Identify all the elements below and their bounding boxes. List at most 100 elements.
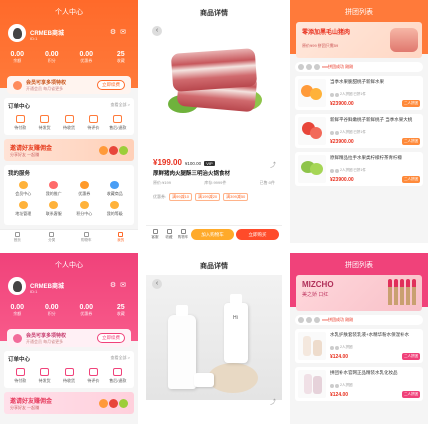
orders-view-all[interactable]: 查看全部 > <box>111 355 130 363</box>
user-icon <box>118 232 124 237</box>
stat-favorites[interactable]: 25 收藏 <box>104 51 139 64</box>
order-pending-shipment[interactable]: 待发货 <box>32 368 56 384</box>
vip-renew-button[interactable]: 立即续费 <box>97 80 125 90</box>
avatar[interactable] <box>8 277 26 295</box>
coupon-tag[interactable]: 满399减50 <box>223 193 249 201</box>
group-buy-button[interactable]: 二人拼团 <box>402 391 420 398</box>
stat-balance[interactable]: 0.00 余额 <box>0 304 35 317</box>
list-item[interactable]: 新鲜平谷鲜嫩桃子新鲜桃子 当季水果大桃 2人拼团 已拼1件 ¥23900.00 二人拼… <box>295 114 423 148</box>
vip-card: 会员可享多项特权 开通会员 每月省更多 立即续费 <box>7 76 131 94</box>
stat-favorites[interactable]: 25 收藏 <box>104 304 139 317</box>
page-title: 个人中心 <box>55 9 83 16</box>
list-item[interactable]: 拼团补水官网正品精装水乳化妆品 2人拼团 ¥124.00 二人拼团 <box>295 367 423 401</box>
comment-icon <box>88 368 98 376</box>
cart-link[interactable]: 购物车 <box>177 229 189 240</box>
vip-renew-button[interactable]: 立即续费 <box>97 333 125 343</box>
truck-icon <box>64 115 74 123</box>
service-promotion[interactable]: 我的推广 <box>39 181 70 197</box>
orders-title: 订单中心 <box>8 104 31 110</box>
order-center: 订单中心 查看全部 > 待付款 待发货 待收货 待评价 售后/退款 <box>4 351 134 388</box>
back-icon[interactable]: ‹ <box>152 26 162 36</box>
product-image[interactable]: ‹ Hi <box>146 275 282 400</box>
coupon-tag[interactable]: 满99减10 <box>169 193 193 201</box>
avatar[interactable] <box>8 24 26 42</box>
group-buy-button[interactable]: 二人拼团 <box>402 138 420 145</box>
header-icons[interactable]: ⚙✉ <box>110 281 130 289</box>
share-icon[interactable]: ⤴ <box>270 397 276 406</box>
tab-cart[interactable]: 购物车 <box>69 230 104 243</box>
service-points[interactable]: 积分中心 <box>69 201 100 217</box>
stat-points[interactable]: 0.00 积分 <box>35 51 70 64</box>
order-refund[interactable]: 售后/退款 <box>106 115 130 131</box>
order-pending-shipment[interactable]: 待发货 <box>32 115 56 131</box>
account-stats: 0.00 余额 0.00 积分 0.00 优惠券 25 收藏 <box>0 51 138 64</box>
services-title: 我的服务 <box>8 171 31 177</box>
box-icon <box>40 368 50 376</box>
stat-balance[interactable]: 0.00 余额 <box>0 51 35 64</box>
order-pending-review[interactable]: 待评价 <box>81 115 105 131</box>
service-address[interactable]: 地址管理 <box>8 201 39 217</box>
service-coupon[interactable]: 优惠券 <box>69 181 100 197</box>
avatar-icon <box>306 64 312 70</box>
support-button[interactable]: 客服 <box>149 229 161 240</box>
account-header: 个人中心 CRMEB商城 ID:1 ⚙✉ 0.00 余额 0.00 积分 0.00 优… <box>0 253 139 347</box>
product-image[interactable]: ‹ <box>146 22 282 142</box>
vip-subtitle: 开通会员 每月省更多 <box>26 338 64 344</box>
order-refund[interactable]: 售后/退款 <box>106 368 130 384</box>
coupon-icon <box>79 181 89 189</box>
wallet-icon <box>15 115 25 123</box>
service-member[interactable]: 会员中心 <box>8 181 39 197</box>
coupon-tag[interactable]: 满199减20 <box>195 193 221 201</box>
tab-home[interactable]: 首页 <box>0 230 35 243</box>
promo-banner[interactable]: 零添加黑毛山猪肉 原价¥99 拼团只需59 <box>296 22 422 58</box>
message-icon[interactable]: ✉ <box>120 282 130 289</box>
star-icon <box>79 201 89 209</box>
back-icon[interactable]: ‹ <box>152 279 162 289</box>
group-buy-button[interactable]: 二人拼团 <box>402 100 420 107</box>
heart-icon <box>166 229 172 234</box>
purchase-bar: 客服 收藏 购物车 加入购物车 立即购买 <box>146 225 282 243</box>
buy-now-button[interactable]: 立即购买 <box>236 229 279 240</box>
banner-subline: 美之娇 口红 <box>302 292 329 298</box>
orders-view-all[interactable]: 查看全部 > <box>111 102 130 110</box>
promo-banner[interactable]: MIZCHO 美之娇 口红 <box>296 275 422 311</box>
service-level[interactable]: 我的等级 <box>100 201 131 217</box>
stat-coupons[interactable]: 0.00 优惠券 <box>69 304 104 317</box>
message-icon[interactable]: ✉ <box>120 29 130 36</box>
stat-points[interactable]: 0.00 积分 <box>35 304 70 317</box>
invite-banner[interactable]: 邀请好友赚佣金 分享好友 一起赚 <box>4 139 134 161</box>
settings-icon[interactable]: ⚙ <box>110 282 120 289</box>
vip-subtitle: 开通会员 每月省更多 <box>26 85 64 91</box>
order-center: 订单中心 查看全部 > 待付款 待发货 待收货 待评价 售后/退款 <box>4 98 134 135</box>
share-icon[interactable]: ⤴ <box>270 160 276 169</box>
tab-category[interactable]: 分类 <box>35 230 70 243</box>
list-item[interactable]: 原鲜精品拉手水果类柠檬柠茶青柠檬 2人拼团 已拼1件 ¥23900.00 二人拼团 <box>295 152 423 186</box>
order-pending-receipt[interactable]: 待收货 <box>57 115 81 131</box>
coupon-row[interactable]: 优惠券: 满99减10 满199减20 满399减50 <box>146 191 282 203</box>
service-support[interactable]: 联系客服 <box>39 201 70 217</box>
service-favorites[interactable]: 收藏商品 <box>100 181 131 197</box>
stat-coupons[interactable]: 0.00 优惠券 <box>69 51 104 64</box>
order-pending-review[interactable]: 待评价 <box>81 368 105 384</box>
list-item[interactable]: 当季水果脆甜桃子新鲜水果 2人拼团 已拼1件 ¥23900.00 二人拼团 <box>295 76 423 110</box>
header-icons[interactable]: ⚙✉ <box>110 28 130 36</box>
order-pending-payment[interactable]: 待付款 <box>8 368 32 384</box>
invite-banner[interactable]: 邀请好友赚佣金 分享好友 一起赚 <box>4 392 134 414</box>
favorite-button[interactable]: 收藏 <box>163 229 175 240</box>
tab-mine[interactable]: 我的 <box>104 230 139 243</box>
order-pending-payment[interactable]: 待付款 <box>8 115 32 131</box>
settings-icon[interactable]: ⚙ <box>110 29 120 36</box>
peach-image <box>298 79 326 107</box>
add-to-cart-button[interactable]: 加入购物车 <box>191 229 234 240</box>
group-buy-button[interactable]: 二人拼团 <box>402 353 420 360</box>
order-pending-receipt[interactable]: 待收货 <box>57 368 81 384</box>
stand-image <box>208 363 258 393</box>
page-title: 拼团列表 <box>345 9 373 16</box>
account-center-pink: 个人中心 CRMEB商城 ID:1 ⚙✉ 0.00 余额 0.00 积分 0.00 优… <box>0 253 138 424</box>
banner-headline: 零添加黑毛山猪肉 <box>302 30 351 36</box>
list-item[interactable]: 水乳护肤套装乳液+水精华粉水保湿补水 2人拼团 ¥124.00 二人拼团 <box>295 329 423 363</box>
orders-title: 订单中心 <box>8 357 31 363</box>
my-services: 我的服务 会员中心 我的推广 优惠券 收藏商品 地址管理 联系客服 积分中心 我… <box>4 165 134 225</box>
avatar-icon <box>298 64 304 70</box>
group-buy-button[interactable]: 二人拼团 <box>402 176 420 183</box>
